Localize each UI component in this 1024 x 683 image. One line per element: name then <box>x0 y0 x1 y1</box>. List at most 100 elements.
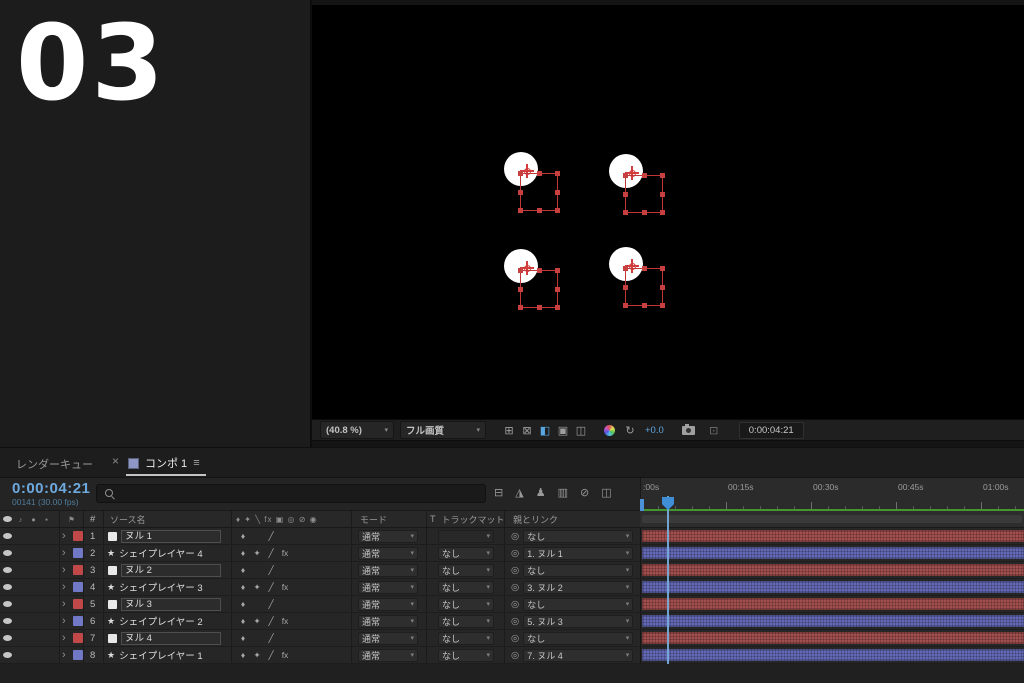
layer-row-5[interactable]: ›5ヌル 3♦╱通常▾なし▾◎なし▾ <box>0 596 1024 613</box>
selection-handle[interactable] <box>660 285 665 290</box>
search-input[interactable] <box>121 487 485 500</box>
layer-switch-icon[interactable]: ♦ <box>236 582 250 592</box>
snapshot-camera-icon[interactable] <box>682 426 695 435</box>
region-of-interest-icon[interactable]: ◧ <box>536 424 554 437</box>
track-matte-select[interactable]: なし▾ <box>438 564 494 577</box>
col-audio-header[interactable]: ♪ <box>14 511 27 527</box>
layer-switch-icon[interactable]: ╱ <box>264 548 278 559</box>
shy-layers-icon[interactable]: ♟ <box>536 486 546 499</box>
layer-source-name[interactable]: ★シェイプレイヤー 3 <box>104 579 232 595</box>
selection-handle[interactable] <box>537 171 542 176</box>
parent-select[interactable]: なし▾ <box>523 564 633 577</box>
selected-shape-2[interactable] <box>609 154 669 216</box>
track-matte-select[interactable]: なし▾ <box>438 598 494 611</box>
layer-switch-icon[interactable]: ╱ <box>264 616 278 627</box>
selection-handle[interactable] <box>518 287 523 292</box>
selection-handle[interactable] <box>623 266 628 271</box>
layer-lock-toggle[interactable] <box>40 545 53 561</box>
layer-visibility-toggle[interactable] <box>0 545 14 561</box>
selection-handle[interactable] <box>555 190 560 195</box>
layer-lock-toggle[interactable] <box>40 562 53 578</box>
selection-handle[interactable] <box>623 173 628 178</box>
layer-name[interactable]: シェイプレイヤー 1 <box>119 648 203 662</box>
layer-source-name[interactable]: ヌル 1 <box>104 528 232 544</box>
track-matte-select[interactable]: なし▾ <box>438 581 494 594</box>
layer-expander[interactable]: › <box>60 613 72 629</box>
pickwhip-icon[interactable]: ◎ <box>511 531 519 542</box>
layer-switches[interactable]: ♦╱ <box>232 562 352 578</box>
layer-visibility-toggle[interactable] <box>0 579 14 595</box>
layer-duration-bar[interactable] <box>642 530 1024 542</box>
track-matte-select[interactable]: なし▾ <box>438 649 494 662</box>
selection-handle[interactable] <box>555 171 560 176</box>
layer-visibility-toggle[interactable] <box>0 596 14 612</box>
layer-switch-icon[interactable]: ╱ <box>264 565 278 576</box>
layer-name[interactable]: シェイプレイヤー 3 <box>119 580 203 594</box>
layer-expander[interactable]: › <box>60 528 72 544</box>
layer-visibility-toggle[interactable] <box>0 562 14 578</box>
work-area-bar[interactable] <box>642 515 1022 523</box>
layer-switches[interactable]: ♦✦╱fx <box>232 579 352 595</box>
layer-color-label[interactable] <box>72 545 84 561</box>
layer-color-label[interactable] <box>72 528 84 544</box>
pickwhip-icon[interactable]: ◎ <box>511 633 519 644</box>
layer-solo-toggle[interactable] <box>27 647 40 663</box>
layer-switch-icon[interactable]: ╱ <box>264 650 278 661</box>
parent-select[interactable]: 7. ヌル 4▾ <box>523 649 633 662</box>
layer-name[interactable]: シェイプレイヤー 4 <box>119 546 203 560</box>
layer-audio-toggle[interactable] <box>14 579 27 595</box>
graph-editor-icon[interactable]: ◫ <box>601 486 611 499</box>
blend-mode-select[interactable]: 通常▾ <box>358 632 418 645</box>
layer-source-name[interactable]: ★シェイプレイヤー 4 <box>104 545 232 561</box>
blend-mode-select[interactable]: 通常▾ <box>358 530 418 543</box>
exposure-value[interactable]: +0.0 <box>645 425 664 436</box>
selection-handle[interactable] <box>660 192 665 197</box>
blend-mode-select[interactable]: 通常▾ <box>358 598 418 611</box>
layer-color-label[interactable] <box>72 579 84 595</box>
color-management-icon[interactable] <box>604 425 615 436</box>
pickwhip-icon[interactable]: ◎ <box>511 616 519 627</box>
transparency-grid-icon[interactable]: ▣ <box>554 424 572 437</box>
layer-color-label[interactable] <box>72 613 84 629</box>
layer-row-6[interactable]: ›6★シェイプレイヤー 2♦✦╱fx通常▾なし▾◎5. ヌル 3▾ <box>0 613 1024 630</box>
layer-switch-icon[interactable]: ♦ <box>236 531 250 541</box>
search-box[interactable] <box>96 484 486 503</box>
selection-handle[interactable] <box>555 305 560 310</box>
preview-timecode[interactable]: 0:00:04:21 <box>739 422 804 439</box>
selection-handle[interactable] <box>660 173 665 178</box>
pickwhip-icon[interactable]: ◎ <box>511 599 519 610</box>
selection-handle[interactable] <box>660 266 665 271</box>
selection-handle[interactable] <box>555 208 560 213</box>
parent-select[interactable]: なし▾ <box>523 632 633 645</box>
frame-blend-icon[interactable]: ▥ <box>558 486 568 499</box>
layer-switches[interactable]: ♦╱ <box>232 630 352 646</box>
layer-solo-toggle[interactable] <box>27 528 40 544</box>
col-source-name-header[interactable]: ソース名 <box>104 511 232 527</box>
layer-expander[interactable]: › <box>60 596 72 612</box>
layer-expander[interactable]: › <box>60 630 72 646</box>
work-area-start-marker[interactable] <box>640 499 644 511</box>
layer-visibility-toggle[interactable] <box>0 613 14 629</box>
layer-audio-toggle[interactable] <box>14 528 27 544</box>
parent-select[interactable]: なし▾ <box>523 598 633 611</box>
track-matte-select[interactable]: ▾ <box>438 530 494 543</box>
parent-select[interactable]: 1. ヌル 1▾ <box>523 547 633 560</box>
selection-handle[interactable] <box>518 268 523 273</box>
layer-switch-icon[interactable]: ✦ <box>250 616 264 627</box>
blend-mode-select[interactable]: 通常▾ <box>358 649 418 662</box>
layer-switch-icon[interactable]: ╱ <box>264 582 278 593</box>
layer-duration-bar[interactable] <box>642 547 1024 559</box>
timeline-track[interactable] <box>640 528 1024 544</box>
track-matte-select[interactable]: なし▾ <box>438 547 494 560</box>
layer-solo-toggle[interactable] <box>27 596 40 612</box>
selected-shape-3[interactable] <box>504 249 564 311</box>
current-time-display[interactable]: 0:00:04:21 <box>12 480 90 497</box>
layer-switches[interactable]: ♦✦╱fx <box>232 545 352 561</box>
blend-mode-select[interactable]: 通常▾ <box>358 615 418 628</box>
selection-handle[interactable] <box>555 287 560 292</box>
pickwhip-icon[interactable]: ◎ <box>511 582 519 593</box>
col-label-header[interactable]: ⚑ <box>60 511 84 527</box>
layer-expander[interactable]: › <box>60 579 72 595</box>
layer-name[interactable]: ヌル 1 <box>121 530 221 543</box>
layer-switch-icon[interactable]: fx <box>278 548 292 558</box>
